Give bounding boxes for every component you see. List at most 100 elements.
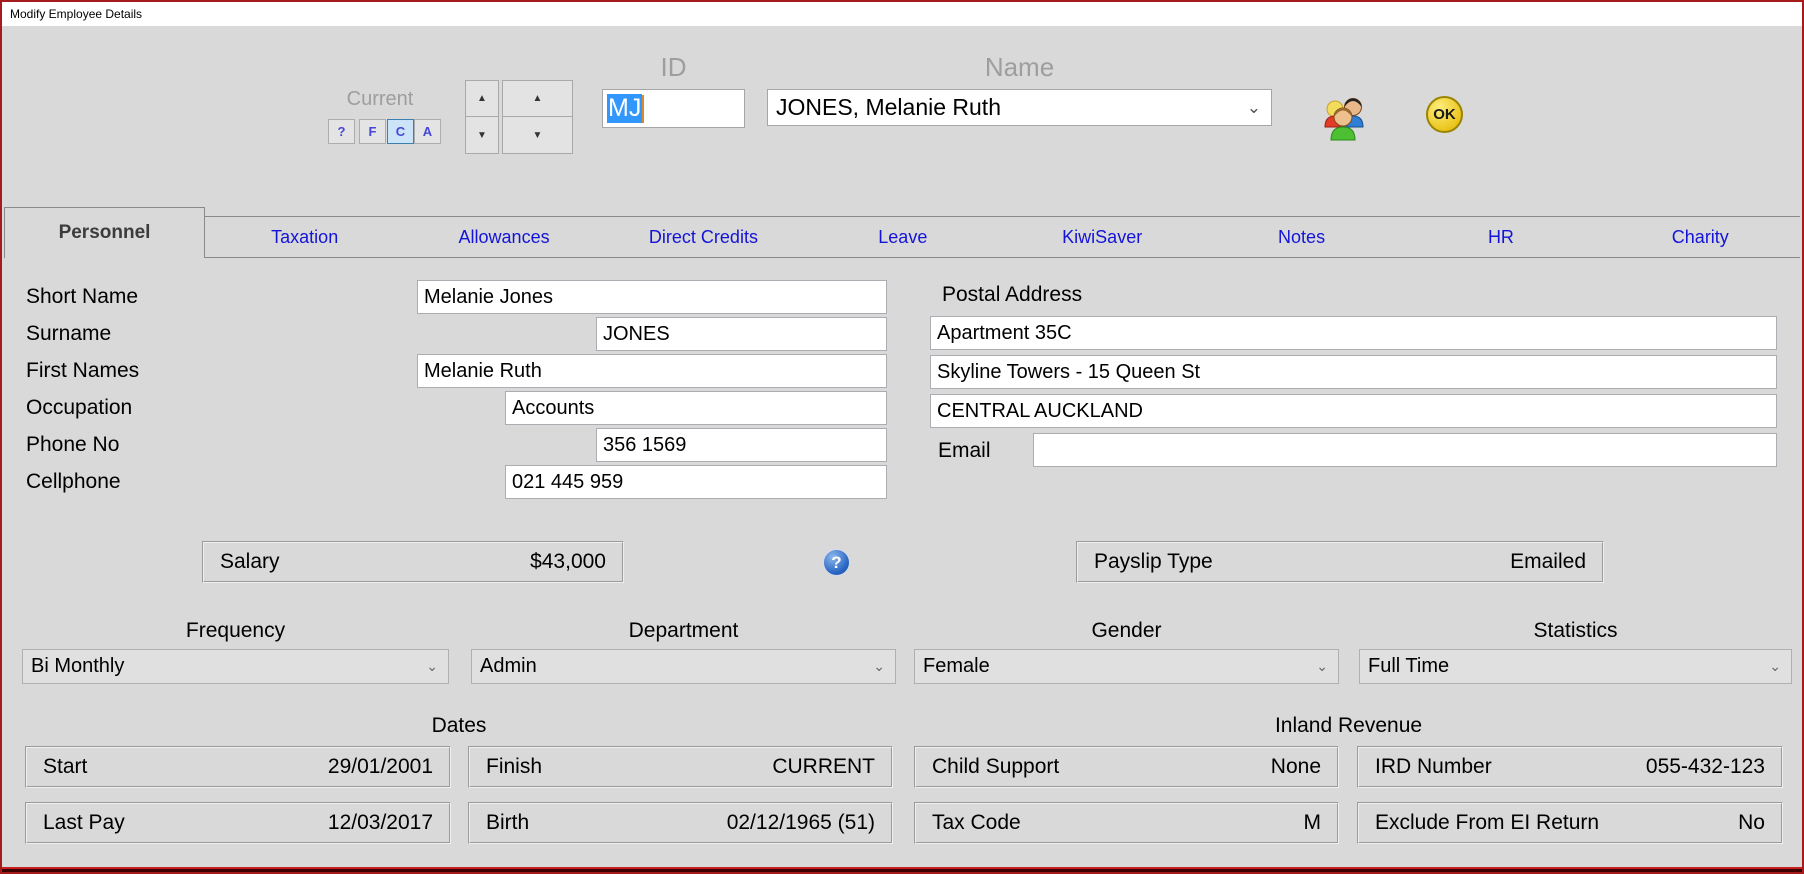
- first-names-input[interactable]: [417, 354, 887, 388]
- tax-code-value: M: [1303, 811, 1322, 834]
- last-pay-value: 12/03/2017: [327, 811, 433, 834]
- occupation-input[interactable]: [505, 391, 887, 425]
- down-arrow-icon: ▼: [477, 129, 487, 141]
- up-arrow-icon: ▲: [532, 93, 543, 104]
- frequency-label: Frequency: [185, 619, 286, 642]
- payslip-type-value: Emailed: [1510, 550, 1586, 573]
- salary-label: Salary: [220, 550, 280, 573]
- filter-current-button[interactable]: C: [387, 119, 414, 144]
- first-names-label: First Names: [26, 359, 140, 382]
- tab-label: Personnel: [58, 222, 151, 243]
- employee-id-input[interactable]: MJ: [602, 89, 745, 128]
- statistics-label: Statistics: [1533, 619, 1618, 642]
- tab-leave[interactable]: Leave: [803, 217, 1002, 257]
- address-line3-input[interactable]: [930, 394, 1777, 428]
- address-line2-input[interactable]: [930, 355, 1777, 389]
- tab-allowances[interactable]: Allowances: [404, 217, 603, 257]
- chevron-down-icon: ⌄: [426, 658, 438, 674]
- finish-label: Finish: [486, 755, 543, 778]
- ird-number-label: IRD Number: [1375, 755, 1492, 778]
- tab-taxation[interactable]: Taxation: [205, 217, 404, 257]
- spinner-up-large-button[interactable]: ▲: [502, 80, 573, 117]
- tab-notes[interactable]: Notes: [1202, 217, 1401, 257]
- tab-hr[interactable]: HR: [1401, 217, 1600, 257]
- filter-unknown-button[interactable]: ?: [328, 119, 355, 144]
- spinner-up-small-button[interactable]: ▲: [465, 80, 499, 117]
- finish-date-box[interactable]: Finish CURRENT: [468, 746, 893, 788]
- child-support-label: Child Support: [932, 755, 1060, 778]
- surname-label: Surname: [26, 322, 112, 345]
- up-arrow-icon: ▲: [477, 93, 487, 104]
- occupation-label: Occupation: [26, 396, 133, 419]
- frequency-value: Bi Monthly: [31, 655, 125, 677]
- email-label: Email: [938, 439, 991, 462]
- address-line1-input[interactable]: [930, 316, 1777, 350]
- salary-box[interactable]: Salary $43,000: [202, 541, 624, 583]
- birth-label: Birth: [486, 811, 530, 834]
- cellphone-input[interactable]: [505, 465, 887, 499]
- chevron-down-icon: ⌄: [1769, 658, 1781, 674]
- employee-name-value: JONES, Melanie Ruth: [776, 94, 1001, 120]
- help-icon[interactable]: ?: [823, 549, 850, 576]
- birth-date-box[interactable]: Birth 02/12/1965 (51): [468, 802, 893, 844]
- selected-text: MJ: [607, 94, 643, 123]
- tax-code-label: Tax Code: [932, 811, 1021, 834]
- modify-employee-window: Modify Employee Details Current ? F C A …: [0, 0, 1804, 874]
- start-label: Start: [43, 755, 88, 778]
- ok-button[interactable]: OK: [1426, 96, 1463, 133]
- question-mark: ?: [831, 552, 842, 572]
- filter-finished-button[interactable]: F: [359, 119, 386, 144]
- tax-code-box[interactable]: Tax Code M: [914, 802, 1339, 844]
- exclude-ei-return-box[interactable]: Exclude From EI Return No: [1357, 802, 1783, 844]
- ok-label: OK: [1433, 106, 1456, 123]
- employee-name-dropdown[interactable]: JONES, Melanie Ruth ⌄: [767, 89, 1272, 126]
- ird-number-value: 055-432-123: [1645, 755, 1765, 778]
- window-bottom-border: [2, 867, 1802, 872]
- people-group-icon: [1324, 98, 1364, 141]
- email-input[interactable]: [1033, 433, 1777, 467]
- tab-personnel[interactable]: Personnel: [4, 207, 205, 258]
- payslip-type-box[interactable]: Payslip Type Emailed: [1076, 541, 1604, 583]
- short-name-input[interactable]: [417, 280, 887, 314]
- spinner-down-large-button[interactable]: ▼: [502, 116, 573, 154]
- child-support-box[interactable]: Child Support None: [914, 746, 1339, 788]
- tab-kiwisaver[interactable]: KiwiSaver: [1003, 217, 1202, 257]
- cellphone-label: Cellphone: [26, 470, 121, 493]
- finish-value: CURRENT: [772, 755, 875, 778]
- birth-value: 02/12/1965 (51): [726, 811, 875, 834]
- employee-list-button[interactable]: [1322, 94, 1366, 142]
- frequency-dropdown[interactable]: Bi Monthly ⌄: [22, 649, 449, 684]
- gender-dropdown[interactable]: Female ⌄: [914, 649, 1339, 684]
- inland-revenue-section-header: Inland Revenue: [1274, 714, 1423, 737]
- ird-number-box[interactable]: IRD Number 055-432-123: [1357, 746, 1783, 788]
- window-title: Modify Employee Details: [2, 2, 1802, 26]
- start-date-box[interactable]: Start 29/01/2001: [25, 746, 451, 788]
- department-value: Admin: [480, 655, 537, 677]
- phone-no-input[interactable]: [596, 428, 887, 462]
- spinner-down-small-button[interactable]: ▼: [465, 116, 499, 154]
- tab-direct-credits[interactable]: Direct Credits: [604, 217, 803, 257]
- child-support-value: None: [1270, 755, 1321, 778]
- exclude-ei-value: No: [1738, 811, 1765, 834]
- gender-value: Female: [923, 655, 990, 677]
- statistics-dropdown[interactable]: Full Time ⌄: [1359, 649, 1792, 684]
- short-name-label: Short Name: [26, 285, 139, 308]
- chevron-down-icon: ⌄: [1246, 98, 1261, 117]
- text-caret: [642, 94, 645, 123]
- dates-section-header: Dates: [431, 714, 487, 737]
- chevron-down-icon: ⌄: [1316, 658, 1328, 674]
- name-label: Name: [984, 52, 1055, 82]
- postal-address-label: Postal Address: [942, 283, 1083, 306]
- chevron-down-icon: ⌄: [873, 658, 885, 674]
- phone-no-label: Phone No: [26, 433, 120, 456]
- surname-input[interactable]: [596, 317, 887, 351]
- current-label: Current: [346, 88, 414, 110]
- tab-charity[interactable]: Charity: [1601, 217, 1800, 257]
- last-pay-label: Last Pay: [43, 811, 125, 834]
- filter-all-button[interactable]: A: [414, 119, 441, 144]
- start-value: 29/01/2001: [327, 755, 433, 778]
- department-label: Department: [628, 619, 739, 642]
- department-dropdown[interactable]: Admin ⌄: [471, 649, 896, 684]
- last-pay-date-box[interactable]: Last Pay 12/03/2017: [25, 802, 451, 844]
- down-arrow-icon: ▼: [532, 129, 543, 141]
